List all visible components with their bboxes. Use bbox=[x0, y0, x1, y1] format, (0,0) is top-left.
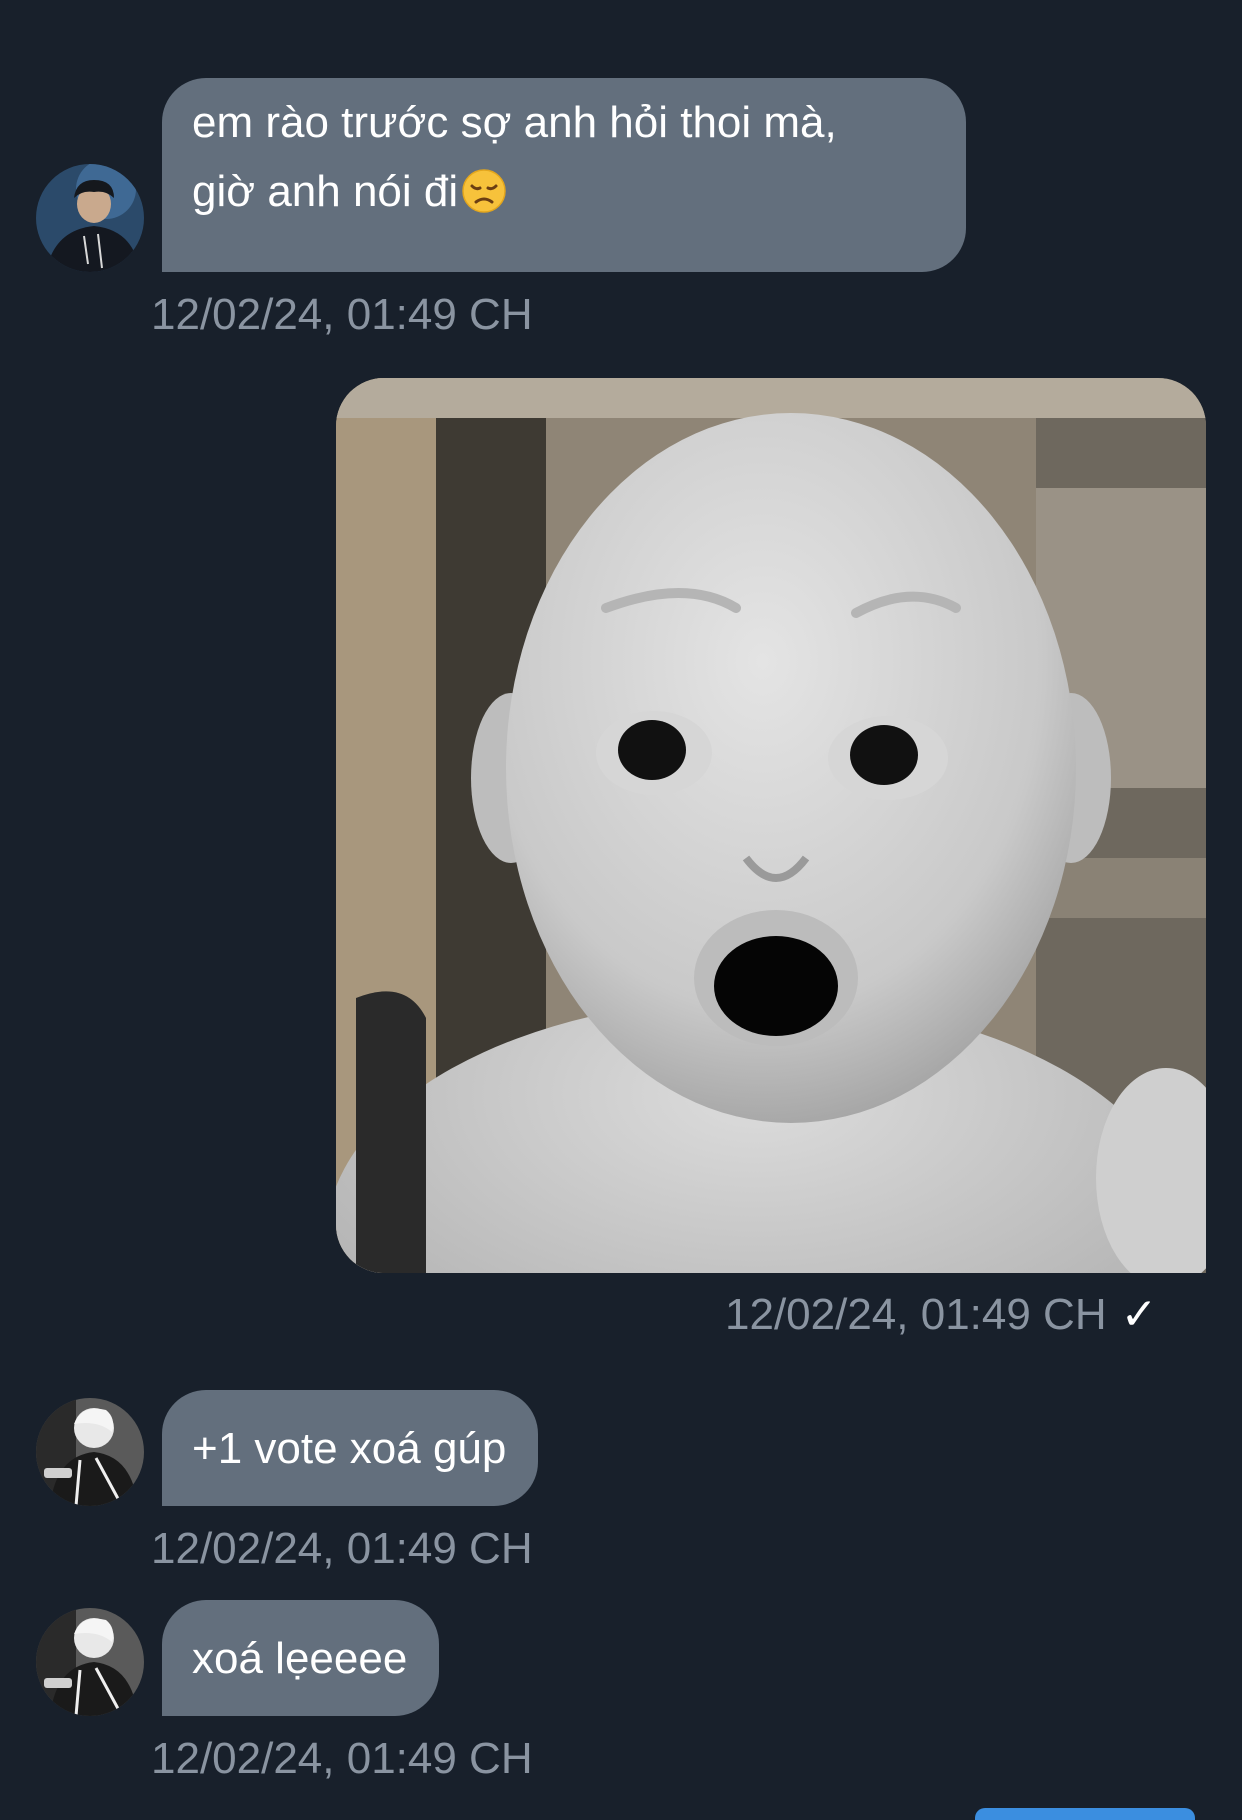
timestamp-text: 12/02/24, 01:49 CH bbox=[725, 1290, 1107, 1339]
checkmark-icon: ✓ bbox=[1120, 1290, 1158, 1339]
next-message-bubble-partial[interactable] bbox=[975, 1808, 1195, 1820]
message-text-line: giờ anh nói đi bbox=[192, 157, 936, 226]
image-message[interactable] bbox=[336, 378, 1206, 1273]
message-text-line-2: giờ anh nói đi bbox=[192, 167, 459, 216]
message-text: xoá lẹeeee bbox=[192, 1634, 408, 1683]
disappointed-face-icon bbox=[462, 169, 506, 213]
message-timestamp: 12/02/24, 01:49 CH bbox=[151, 1524, 533, 1573]
sender-avatar[interactable] bbox=[36, 1608, 144, 1716]
message-timestamp: 12/02/24, 01:49 CH ✓ bbox=[725, 1290, 1157, 1340]
message-text-line: em rào trước sợ anh hỏi thoi mà, bbox=[192, 98, 837, 147]
message-timestamp: 12/02/24, 01:49 CH bbox=[151, 1734, 533, 1783]
incoming-message-bubble[interactable]: xoá lẹeeee bbox=[162, 1600, 440, 1716]
sender-avatar[interactable] bbox=[36, 164, 144, 272]
incoming-message-bubble[interactable]: em rào trước sợ anh hỏi thoi mà, giờ anh… bbox=[162, 78, 966, 272]
message-timestamp: 12/02/24, 01:49 CH bbox=[151, 290, 533, 339]
sender-avatar[interactable] bbox=[36, 1398, 144, 1506]
incoming-message-bubble[interactable]: +1 vote xoá gúp bbox=[162, 1390, 539, 1506]
message-text: +1 vote xoá gúp bbox=[192, 1424, 507, 1473]
